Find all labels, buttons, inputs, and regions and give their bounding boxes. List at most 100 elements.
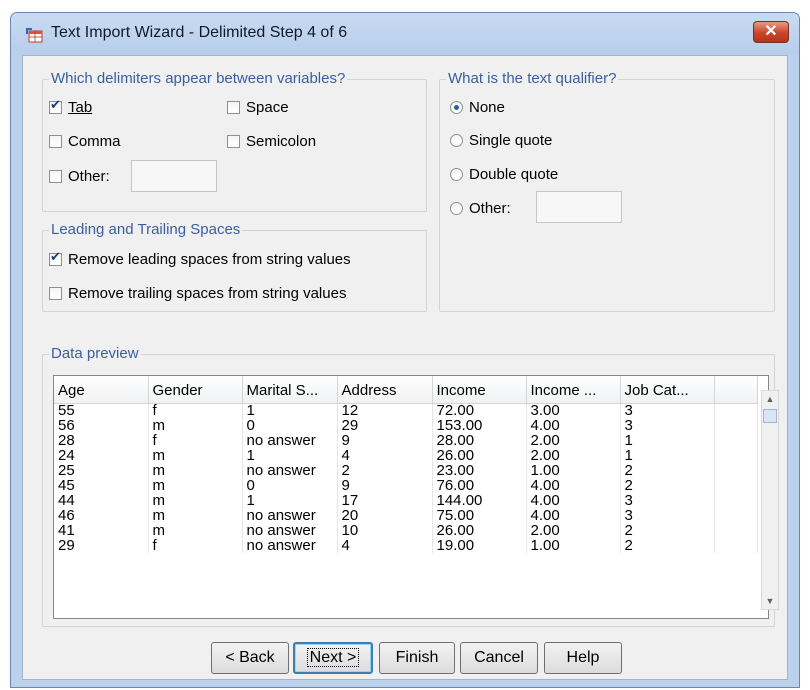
tab-checkbox-box[interactable] — [49, 98, 62, 114]
spaces-legend: Leading and Trailing Spaces — [49, 221, 243, 239]
table-cell: 75.00 — [432, 508, 527, 523]
scroll-up-arrow-icon[interactable]: ▲ — [762, 391, 778, 407]
column-header[interactable]: Job Cat... — [620, 376, 715, 404]
table-row: 56 m 0 29 153.00 4.00 3 — [54, 418, 758, 433]
column-header[interactable]: Income — [432, 376, 527, 404]
remove-trailing-label: Remove trailing spaces from string value… — [68, 284, 347, 302]
qualifier-single-radio-circle[interactable] — [450, 133, 463, 147]
qualifier-double-radio-circle[interactable] — [450, 167, 463, 181]
semicolon-label: Semicolon — [246, 132, 317, 150]
table-cell: m — [148, 493, 243, 508]
table-cell: m — [148, 508, 243, 523]
column-header[interactable]: Income ... — [526, 376, 621, 404]
table-cell: 4 — [337, 538, 433, 553]
qualifier-none-radio-circle[interactable] — [450, 100, 463, 114]
next-button[interactable]: Next > — [293, 642, 373, 674]
scroll-down-arrow-icon[interactable]: ▼ — [762, 593, 778, 609]
comma-label: Comma — [68, 132, 121, 150]
remove-leading-checkbox[interactable]: Remove leading spaces from string values — [49, 249, 351, 269]
table-row: 24 m 1 4 26.00 2.00 1 — [54, 448, 758, 463]
cancel-button-label: Cancel — [474, 649, 524, 666]
space-checkbox[interactable]: Space — [227, 97, 289, 117]
column-header-filler — [714, 376, 758, 404]
table-cell-filler — [714, 493, 758, 508]
table-cell-filler — [714, 523, 758, 538]
close-button[interactable]: ✕ — [753, 21, 789, 43]
table-cell: 4 — [337, 448, 433, 463]
table-cell: no answer — [242, 523, 338, 538]
table-cell: 3 — [620, 508, 715, 523]
table-cell: 2 — [620, 463, 715, 478]
spaces-group: Leading and Trailing Spaces Remove leadi… — [42, 221, 427, 312]
table-cell: 56 — [54, 418, 149, 433]
space-checkbox-box[interactable] — [227, 100, 240, 114]
qualifier-other-radio[interactable]: Other: — [450, 198, 511, 218]
column-header[interactable]: Age — [54, 376, 149, 404]
table-cell-filler — [714, 463, 758, 478]
qualifier-other-input[interactable] — [536, 191, 622, 223]
table-cell: 3 — [620, 493, 715, 508]
remove-leading-checkbox-box[interactable] — [49, 250, 62, 266]
cancel-button[interactable]: Cancel — [460, 642, 538, 674]
finish-button[interactable]: Finish — [379, 642, 455, 674]
spss-table-icon — [26, 28, 43, 43]
table-cell: 0 — [242, 478, 338, 493]
table-cell: 2 — [337, 463, 433, 478]
table-cell: 76.00 — [432, 478, 527, 493]
qualifier-single-radio[interactable]: Single quote — [450, 130, 552, 150]
other-delimiter-checkbox[interactable]: Other: — [49, 166, 110, 186]
comma-checkbox[interactable]: Comma — [49, 131, 121, 151]
other-delimiter-label: Other: — [68, 167, 110, 185]
scroll-thumb[interactable] — [763, 409, 777, 423]
table-cell: 26.00 — [432, 448, 527, 463]
table-cell-filler — [714, 448, 758, 463]
table-cell: 28.00 — [432, 433, 527, 448]
close-icon: ✕ — [764, 23, 778, 40]
table-row: 45 m 0 9 76.00 4.00 2 — [54, 478, 758, 493]
table-cell: 4.00 — [526, 418, 621, 433]
table-cell: 9 — [337, 478, 433, 493]
qualifier-other-radio-circle[interactable] — [450, 201, 463, 215]
other-delimiter-input[interactable] — [131, 160, 217, 192]
qualifier-double-radio[interactable]: Double quote — [450, 164, 558, 184]
semicolon-checkbox[interactable]: Semicolon — [227, 131, 316, 151]
table-cell: no answer — [242, 508, 338, 523]
dialog-window: Text Import Wizard - Delimited Step 4 of… — [10, 12, 800, 688]
table-cell: 9 — [337, 433, 433, 448]
table-cell: 1 — [242, 493, 338, 508]
qualifier-single-label: Single quote — [469, 131, 553, 149]
help-button-label: Help — [566, 649, 600, 666]
table-cell: no answer — [242, 463, 338, 478]
comma-checkbox-box[interactable] — [49, 134, 62, 148]
column-header[interactable]: Address — [337, 376, 433, 404]
table-cell: 23.00 — [432, 463, 527, 478]
qualifier-double-label: Double quote — [469, 165, 559, 183]
table-cell: no answer — [242, 433, 338, 448]
table-cell: 2 — [620, 478, 715, 493]
data-preview-grid[interactable]: Age Gender Marital S... Address Income Income… — [53, 375, 779, 619]
column-header[interactable]: Gender — [148, 376, 243, 404]
qualifier-other-label: Other: — [469, 199, 511, 217]
column-header[interactable]: Marital S... — [242, 376, 338, 404]
remove-trailing-checkbox[interactable]: Remove trailing spaces from string value… — [49, 283, 346, 303]
help-button[interactable]: Help — [544, 642, 622, 674]
delimiters-group: Which delimiters appear between variable… — [42, 70, 427, 212]
title-bar[interactable]: Text Import Wizard - Delimited Step 4 of… — [11, 13, 799, 55]
table-cell: 1.00 — [526, 463, 621, 478]
table-cell: 12 — [337, 403, 433, 418]
table-cell-filler — [714, 433, 758, 448]
semicolon-checkbox-box[interactable] — [227, 134, 240, 148]
table-cell: 26.00 — [432, 523, 527, 538]
tab-checkbox[interactable]: Tab — [49, 97, 92, 117]
table-cell: 41 — [54, 523, 149, 538]
table-row: 41 m no answer 10 26.00 2.00 2 — [54, 523, 758, 538]
other-delimiter-checkbox-box[interactable] — [49, 169, 62, 183]
table-cell-filler — [714, 403, 758, 418]
table-cell: 3.00 — [526, 403, 621, 418]
table-cell-filler — [714, 538, 758, 553]
qualifier-none-radio[interactable]: None — [450, 97, 505, 117]
remove-trailing-checkbox-box[interactable] — [49, 286, 62, 300]
back-button[interactable]: < Back — [211, 642, 289, 674]
table-cell: m — [148, 463, 243, 478]
vertical-scrollbar[interactable]: ▲ ▼ — [761, 390, 779, 610]
